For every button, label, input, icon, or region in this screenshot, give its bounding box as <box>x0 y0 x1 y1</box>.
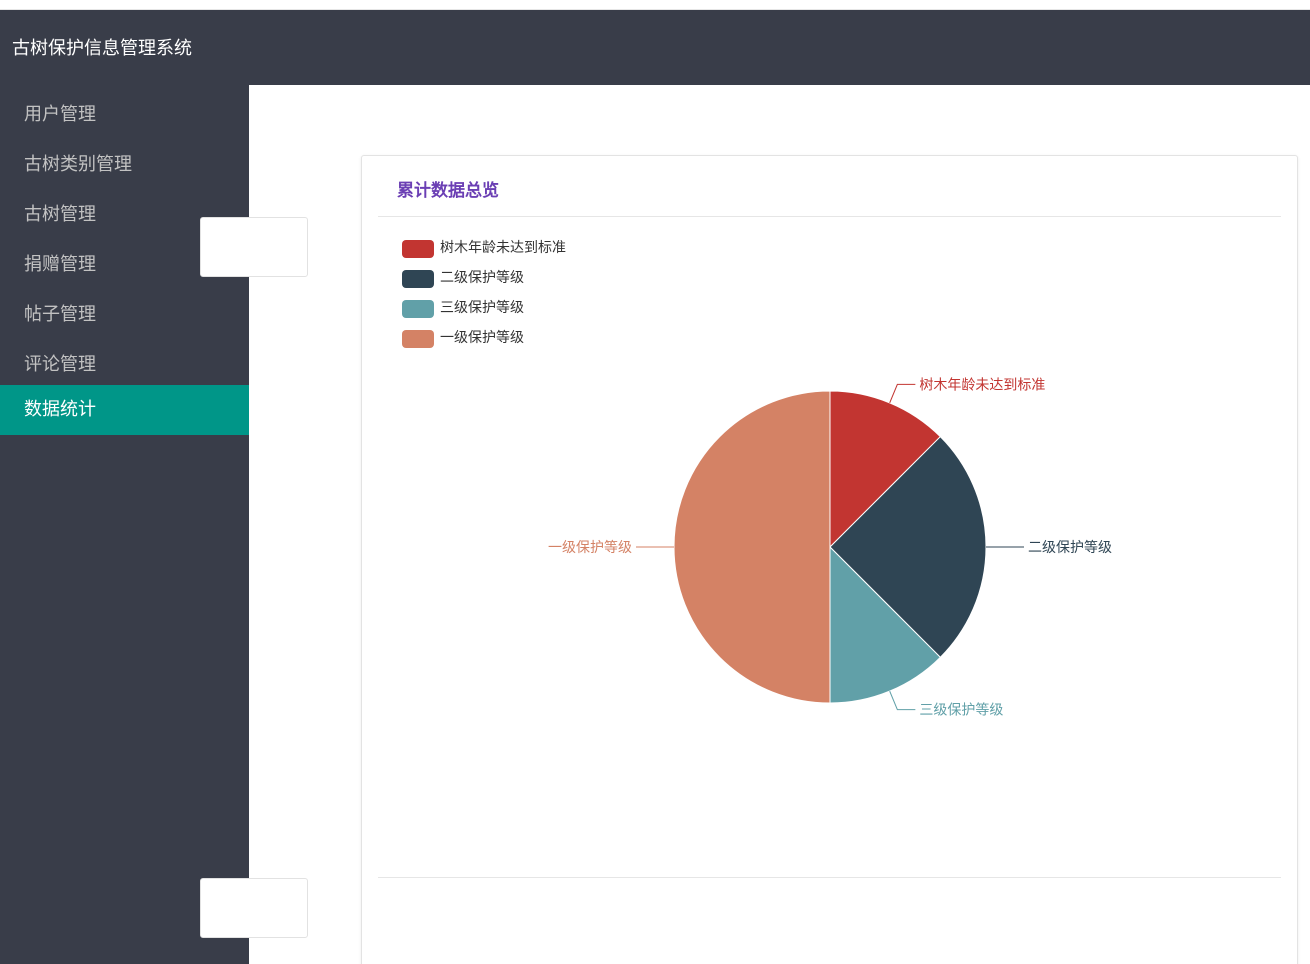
background-card-bottom <box>200 878 308 938</box>
pie-slice[interactable] <box>673 390 831 704</box>
slice-label: 三级保护等级 <box>919 702 1003 719</box>
slice-label: 一级保护等级 <box>548 539 632 556</box>
label-line <box>889 690 916 711</box>
sidebar-item-comment-management[interactable]: 评论管理 <box>0 340 249 390</box>
sidebar-item-post-management[interactable]: 帖子管理 <box>0 290 249 340</box>
sidebar-item-data-statistics[interactable]: 数据统计 <box>0 385 249 435</box>
pie-chart: 树木年龄未达到标准二级保护等级三级保护等级 一级保护等级 <box>548 377 1112 719</box>
sidebar-item-tree-category-management[interactable]: 古树类别管理 <box>0 140 249 190</box>
slice-label: 树木年龄未达到标准 <box>919 377 1045 393</box>
sidebar-item-user-management[interactable]: 用户管理 <box>0 90 249 140</box>
app-title: 古树保护信息管理系统 <box>12 38 192 59</box>
slice-label: 二级保护等级 <box>1028 539 1112 556</box>
top-header: 古树保护信息管理系统 <box>0 10 1310 85</box>
panel-divider-bottom <box>378 877 1281 878</box>
browser-top-strip <box>0 0 1310 10</box>
background-card-top <box>200 217 308 277</box>
statistics-panel: 累计数据总览 树木年龄未达到标准 二级保护等级 三级保护等级 一级保护等级 树木… <box>361 155 1298 964</box>
label-line <box>889 383 916 404</box>
